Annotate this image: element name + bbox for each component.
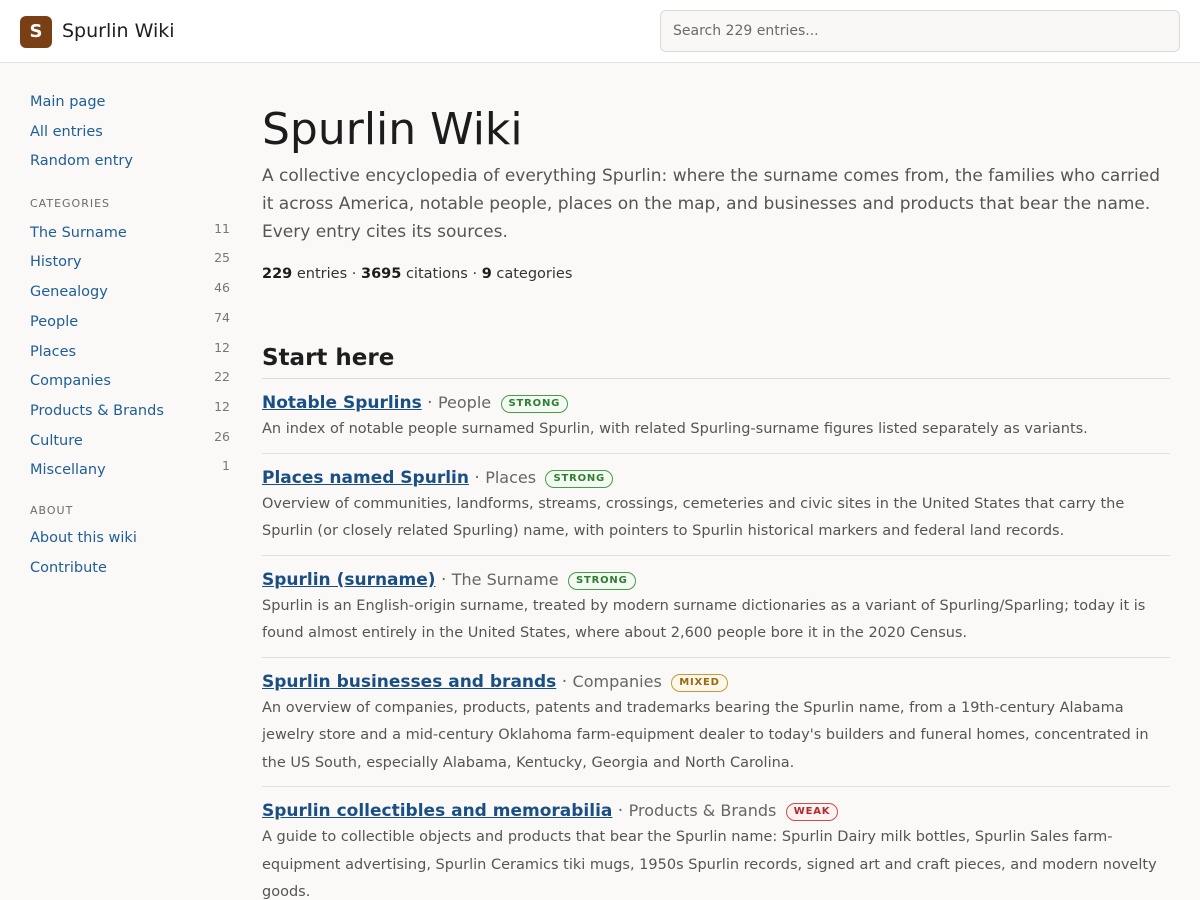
category-item-culture: Culture 26 <box>30 425 230 455</box>
citations-count: 3695 <box>360 266 402 282</box>
quality-badge: MIXED <box>671 673 728 692</box>
category-link[interactable]: Products & Brands <box>30 397 164 427</box>
category-item-genealogy: Genealogy 46 <box>30 276 230 306</box>
intro-text: A collective encyclopedia of everything … <box>262 166 1160 242</box>
entry-item: Spurlin (surname) · The Surname STRONG S… <box>262 556 1170 658</box>
entry-item: Spurlin collectibles and memorabilia · P… <box>262 787 1170 900</box>
quality-badge: STRONG <box>567 571 636 590</box>
nav-contribute[interactable]: Contribute <box>30 554 230 584</box>
stats-separator: · <box>351 266 357 282</box>
category-item-the-surname: The Surname 11 <box>30 217 230 247</box>
entry-item: Places named Spurlin · Places STRONG Ove… <box>262 454 1170 556</box>
categories-count: 9 <box>481 266 492 282</box>
quality-badge: STRONG <box>500 395 569 413</box>
category-link[interactable]: Genealogy <box>30 278 108 308</box>
entry-separator: · <box>617 801 624 821</box>
entry-category: The Surname <box>451 569 559 589</box>
quality-badge: STRONG <box>545 469 614 488</box>
category-item-people: People 74 <box>30 306 230 336</box>
main-content: Spurlin Wiki A collective encyclopedia o… <box>262 100 1170 900</box>
category-item-history: History 25 <box>30 246 230 276</box>
entry-separator: · <box>427 393 433 413</box>
citations-label: citations <box>405 266 468 282</box>
stats-line: 229 entries · 3695 citations · 9 categor… <box>262 266 1170 282</box>
stats-separator: · <box>472 266 478 282</box>
entry-description: An index of notable people surnamed Spur… <box>262 421 1088 437</box>
entry-title-link[interactable]: Notable Spurlins <box>262 393 422 413</box>
entries-count: 229 <box>262 266 293 282</box>
categories-heading: CATEGORIES <box>30 196 111 210</box>
category-count: 74 <box>214 309 230 325</box>
category-item-miscellany: Miscellany 1 <box>30 454 230 484</box>
entry-separator: · <box>474 467 480 488</box>
page-title: Spurlin Wiki <box>262 104 523 155</box>
about-heading: ABOUT <box>30 503 74 517</box>
entry-description: Spurlin is an English-origin surname, tr… <box>262 597 1146 642</box>
category-count: 12 <box>214 398 230 414</box>
category-count: 22 <box>214 369 230 385</box>
category-link[interactable]: Places <box>30 338 76 368</box>
category-count: 1 <box>222 458 230 474</box>
entry-category: Products & Brands <box>628 801 777 820</box>
entry-title-link[interactable]: Spurlin collectibles and memorabilia <box>262 801 612 821</box>
entry-description: An overview of companies, products, pate… <box>262 699 1149 771</box>
category-link[interactable]: The Surname <box>30 219 127 249</box>
top-bar: S Spurlin Wiki <box>0 0 1200 63</box>
category-link[interactable]: Miscellany <box>30 456 106 486</box>
entry-item: Spurlin businesses and brands · Companie… <box>262 658 1170 787</box>
quality-badge: WEAK <box>785 803 839 821</box>
site-logo[interactable]: S <box>20 16 52 48</box>
sidebar: Main page All entries Random entry CATEG… <box>30 88 230 583</box>
category-link[interactable]: Culture <box>30 427 83 457</box>
start-here-heading: Start here <box>262 342 1170 379</box>
nav-all-entries[interactable]: All entries <box>30 118 230 148</box>
category-count: 12 <box>214 339 230 355</box>
entry-description: Overview of communities, landforms, stre… <box>262 495 1125 540</box>
entry-category: Companies <box>572 671 662 691</box>
entry-list: Notable Spurlins · People STRONG An inde… <box>262 379 1170 900</box>
category-link[interactable]: People <box>30 308 78 338</box>
entry-title-link[interactable]: Spurlin businesses and brands <box>262 672 556 692</box>
entry-item: Notable Spurlins · People STRONG An inde… <box>262 379 1170 454</box>
entry-description: A guide to collectible objects and produ… <box>262 829 1157 900</box>
nav-main-page[interactable]: Main page <box>30 88 230 118</box>
entry-category: People <box>437 393 492 412</box>
category-link[interactable]: History <box>30 248 82 278</box>
category-count: 25 <box>214 250 230 266</box>
site-title[interactable]: Spurlin Wiki <box>62 20 175 42</box>
category-item-places: Places 12 <box>30 336 230 366</box>
nav-random-entry[interactable]: Random entry <box>30 147 230 177</box>
nav-about-this-wiki[interactable]: About this wiki <box>30 524 230 554</box>
entry-title-link[interactable]: Spurlin (surname) <box>262 570 436 590</box>
category-count: 46 <box>214 280 230 296</box>
category-count: 11 <box>214 220 230 236</box>
entry-separator: · <box>440 569 447 590</box>
entry-category: Places <box>485 467 537 487</box>
search-input[interactable] <box>660 10 1180 52</box>
entries-label: entries <box>296 266 348 282</box>
category-item-companies: Companies 22 <box>30 365 230 395</box>
category-item-products-brands: Products & Brands 12 <box>30 395 230 425</box>
entry-separator: · <box>561 671 568 692</box>
entry-title-link[interactable]: Places named Spurlin <box>262 468 469 488</box>
categories-label: categories <box>496 266 573 282</box>
category-link[interactable]: Companies <box>30 367 111 397</box>
category-count: 26 <box>214 428 230 444</box>
